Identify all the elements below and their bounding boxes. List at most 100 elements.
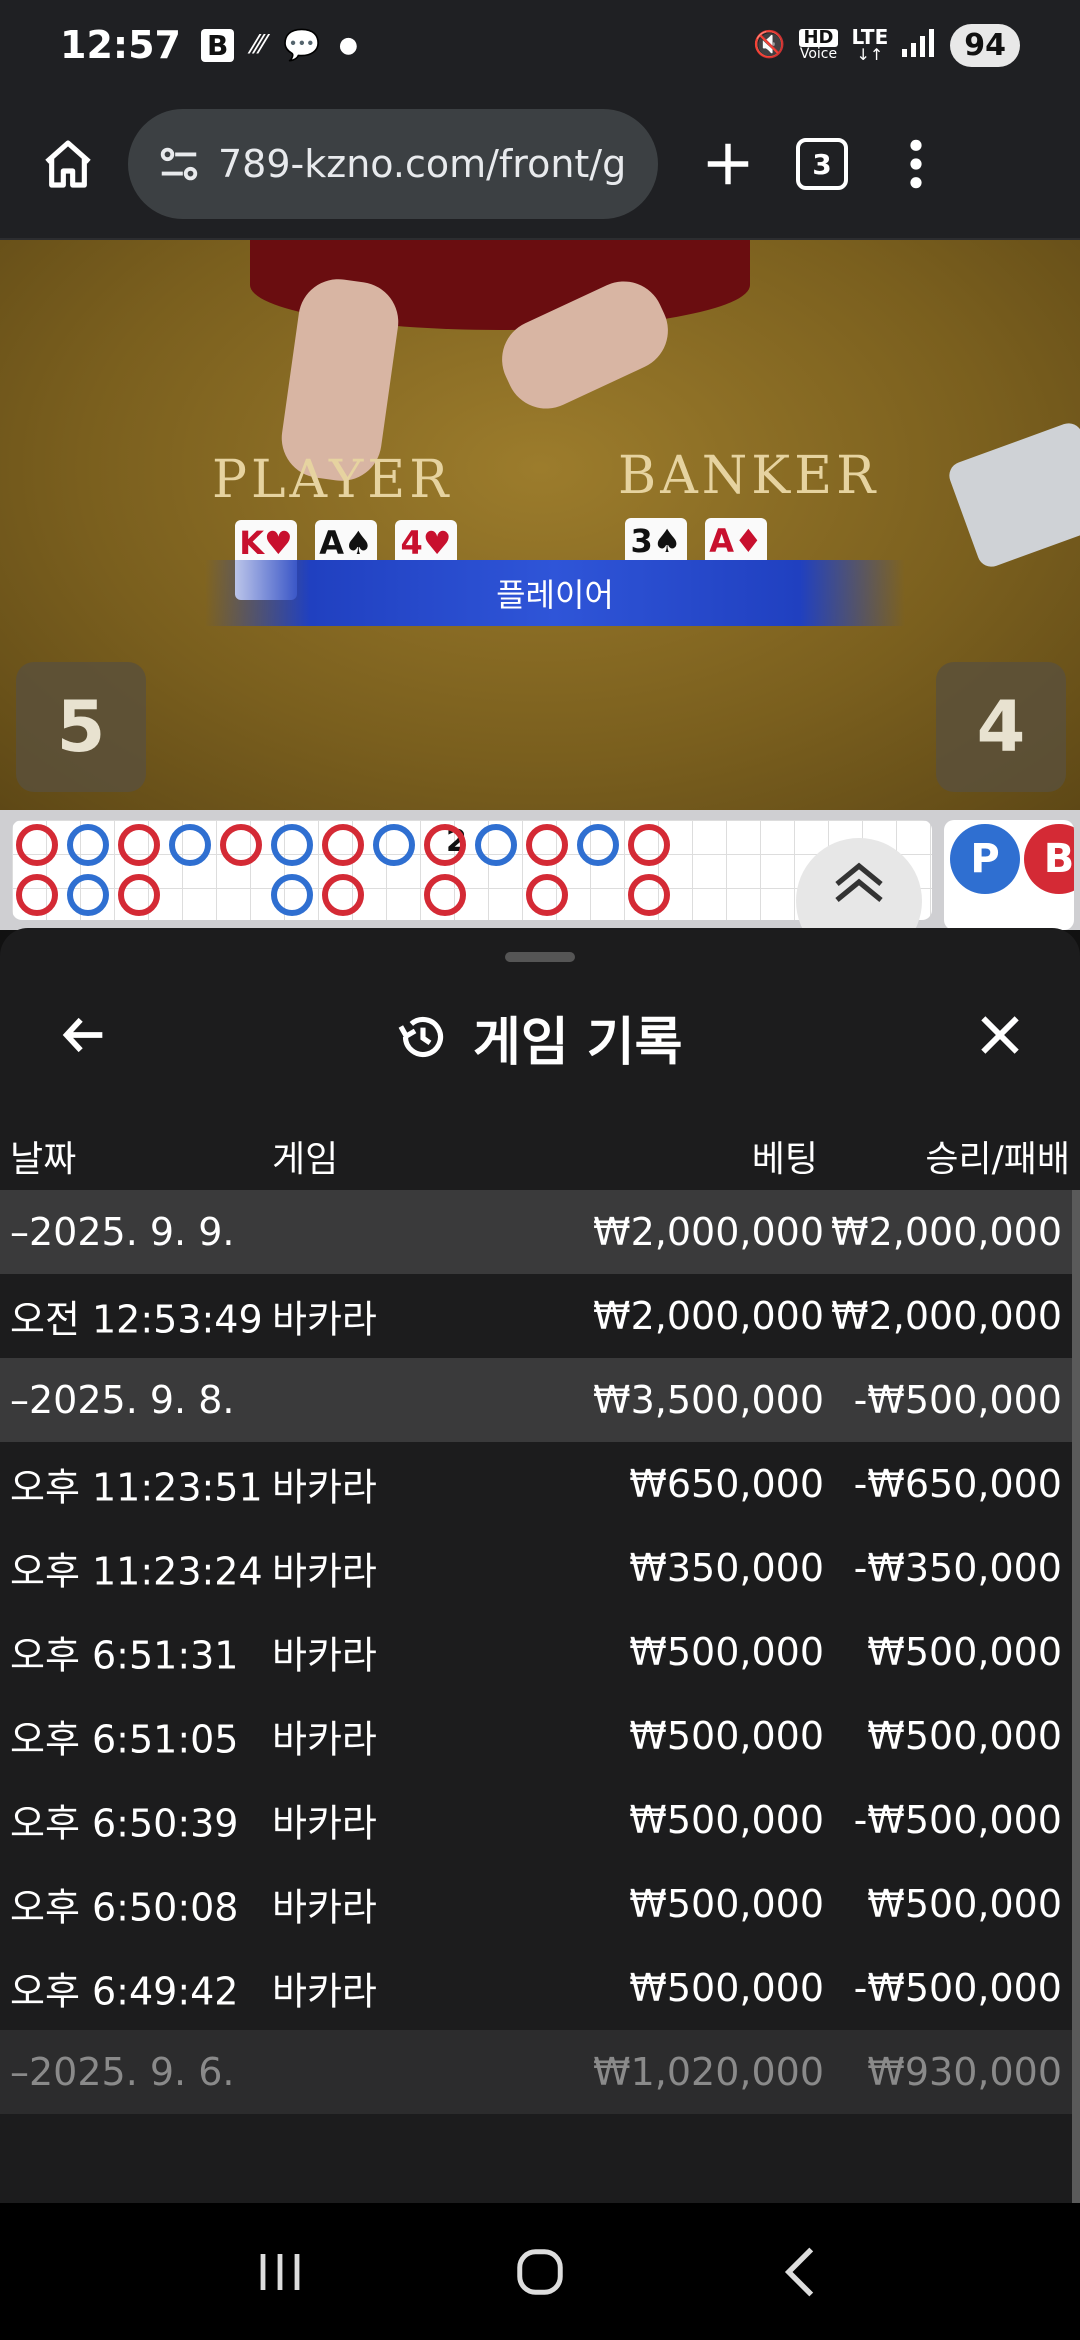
history-icon	[398, 1016, 444, 1058]
browser-menu-button[interactable]	[876, 124, 956, 204]
sheet-header: 게임 기록	[0, 968, 1080, 1108]
row-bet: ₩2,000,000	[593, 1294, 824, 1338]
row-game: 바카라	[272, 1549, 377, 1594]
close-icon	[981, 1016, 1019, 1054]
site-settings-icon[interactable]	[156, 141, 202, 187]
player-bead	[67, 824, 109, 866]
history-table-header: 날짜 게임 베팅 승리/패배	[0, 1108, 1080, 1188]
row-bet: ₩500,000	[629, 1966, 824, 2010]
history-entry-row[interactable]: 오후 6:51:31 바카라 ₩500,000 ₩500,000	[0, 1610, 1072, 1694]
history-entry-row[interactable]: 오후 6:50:08 바카라 ₩500,000 ₩500,000	[0, 1862, 1072, 1946]
banker-bead	[118, 824, 160, 866]
close-button[interactable]	[965, 1000, 1035, 1070]
predict-banker-chip[interactable]: B	[1024, 824, 1074, 894]
row-date: 오후 6:50:08	[10, 1885, 239, 1930]
banker-bead	[16, 824, 58, 866]
column-bet: 베팅	[751, 1139, 818, 1180]
banker-bead	[118, 874, 160, 916]
banker-bead	[322, 874, 364, 916]
row-game: 바카라	[272, 1801, 377, 1846]
row-win-loss: ₩500,000	[867, 1630, 1062, 1674]
row-win-loss: -₩500,000	[853, 1378, 1062, 1422]
row-bet: ₩500,000	[629, 1882, 824, 1926]
banker-bead	[16, 874, 58, 916]
prediction-column: P B	[944, 820, 1074, 930]
row-bet: ₩500,000	[629, 1630, 824, 1674]
browser-toolbar: 789-kzno.com/front/g 3	[0, 90, 1080, 240]
result-text: 플레이어	[496, 576, 614, 614]
history-entry-row[interactable]: 오전 12:53:49 바카라 ₩2,000,000 ₩2,000,000	[0, 1274, 1072, 1358]
home-button[interactable]	[28, 124, 108, 204]
tab-count: 3	[796, 138, 848, 190]
card-suit-icon: ♥	[422, 524, 452, 562]
row-bet: ₩650,000	[629, 1462, 824, 1506]
history-date-row[interactable]: –2025. 9. 9. ₩2,000,000 ₩2,000,000	[0, 1190, 1072, 1274]
bead-road: 2 P B	[0, 810, 1080, 964]
history-date-row[interactable]: –2025. 9. 8. ₩3,500,000 -₩500,000	[0, 1358, 1072, 1442]
card-rank: 3	[630, 522, 653, 560]
card-suit-icon: ♥	[264, 524, 293, 562]
row-win-loss: ₩2,000,000	[831, 1294, 1062, 1338]
more-vert-icon	[910, 139, 922, 189]
row-bet: ₩350,000	[629, 1546, 824, 1590]
back-icon	[784, 2247, 814, 2296]
status-system-icons: 🔇 HD Voice LTE ↓↑ 94	[753, 23, 1020, 67]
column-game: 게임	[272, 1139, 339, 1180]
history-entry-row[interactable]: 오후 11:23:51 바카라 ₩650,000 -₩650,000	[0, 1442, 1072, 1526]
row-game: 바카라	[272, 1633, 377, 1678]
mute-icon: 🔇	[753, 30, 786, 60]
home-icon	[45, 140, 91, 188]
row-game: 바카라	[272, 1885, 377, 1930]
card-rank: K	[239, 524, 265, 562]
row-date: 오후 6:51:31	[10, 1633, 239, 1678]
address-bar[interactable]: 789-kzno.com/front/g	[128, 109, 658, 219]
history-entry-row[interactable]: 오후 6:51:05 바카라 ₩500,000 ₩500,000	[0, 1694, 1072, 1778]
row-win-loss: -₩500,000	[853, 1966, 1062, 2010]
banker-bead	[526, 874, 568, 916]
tab-switcher-button[interactable]: 3	[782, 124, 862, 204]
row-date: 오후 11:23:51	[10, 1465, 263, 1510]
b-app-icon: B	[200, 28, 235, 62]
url-text: 789-kzno.com/front/g	[218, 142, 627, 186]
card-shoe	[945, 419, 1080, 571]
player-bead	[67, 874, 109, 916]
player-bead	[271, 824, 313, 866]
dot-icon: ●	[338, 32, 358, 58]
row-bet: ₩1,020,000	[593, 2050, 824, 2094]
history-date-row[interactable]: –2025. 9. 6. ₩1,020,000 ₩930,000	[0, 2030, 1072, 2114]
sheet-drag-handle[interactable]	[505, 952, 575, 962]
card-suit-icon: ♠	[344, 524, 373, 562]
history-entry-row[interactable]: 오후 11:23:24 바카라 ₩350,000 -₩350,000	[0, 1526, 1072, 1610]
row-date: 오후 6:51:05	[10, 1717, 239, 1762]
recents-button[interactable]	[230, 2222, 330, 2322]
history-entry-row[interactable]: 오후 6:50:39 바카라 ₩500,000 -₩500,000	[0, 1778, 1072, 1862]
status-bar: 12:57 B ⁄⁄⁄ 💬 ● 🔇 HD Voice LTE ↓↑ 94	[0, 0, 1080, 90]
banker-bead	[628, 874, 670, 916]
row-win-loss: ₩500,000	[867, 1714, 1062, 1758]
chat-icon: 💬	[283, 27, 321, 63]
predict-player-chip[interactable]: P	[950, 824, 1020, 894]
plus-icon	[707, 143, 749, 185]
back-nav-button[interactable]	[750, 2222, 850, 2322]
scrollbar[interactable]	[1072, 1190, 1080, 2203]
history-entry-row[interactable]: 오후 6:49:42 바카라 ₩500,000 -₩500,000	[0, 1946, 1072, 2030]
row-win-loss: ₩500,000	[867, 1882, 1062, 1926]
row-bet: ₩500,000	[629, 1798, 824, 1842]
road-grid: 2	[12, 820, 932, 920]
signal-icon	[902, 27, 936, 64]
row-date: 오후 6:50:39	[10, 1801, 239, 1846]
row-bet: ₩500,000	[629, 1714, 824, 1758]
new-tab-button[interactable]	[688, 124, 768, 204]
arrow-left-icon	[62, 1017, 103, 1053]
row-bet: ₩3,500,000	[593, 1378, 824, 1422]
row-date: –2025. 9. 8.	[10, 1378, 235, 1422]
row-game: 바카라	[272, 1465, 377, 1510]
row-game: 바카라	[272, 1297, 377, 1342]
row-bet: ₩2,000,000	[593, 1210, 824, 1254]
hd-label: HD	[799, 29, 838, 47]
row-game: 바카라	[272, 1969, 377, 2014]
row-win-loss: -₩350,000	[853, 1546, 1062, 1590]
home-nav-button[interactable]	[490, 2222, 590, 2322]
back-button[interactable]	[50, 1000, 120, 1070]
player-score: 5	[16, 662, 146, 792]
